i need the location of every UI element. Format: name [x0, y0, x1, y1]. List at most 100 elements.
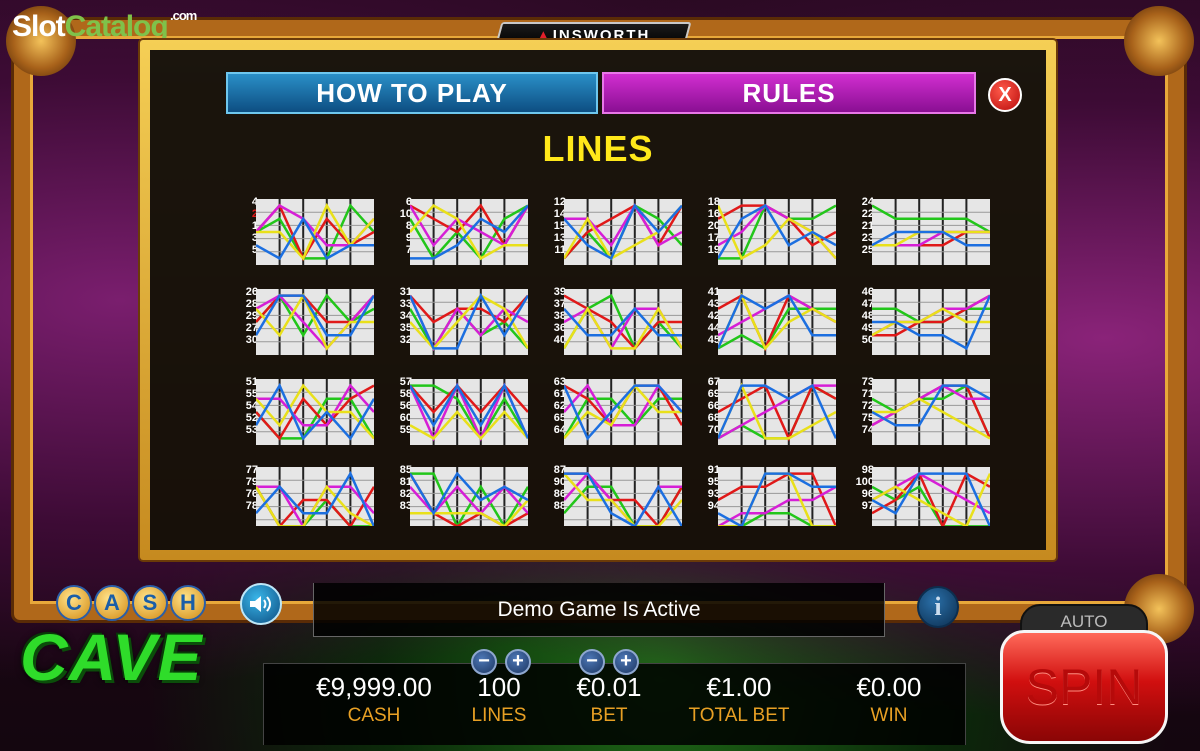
payline-number: 28 — [245, 298, 258, 310]
payline-numbers: 73 71 72 75 74 — [846, 376, 874, 448]
payline-cell: 77 79 76 78 — [230, 464, 374, 526]
payline-numbers: 26 28 29 27 30 — [230, 286, 258, 358]
payline-numbers: 85 81 82 83 — [384, 464, 412, 526]
payline-number: 18 — [707, 196, 720, 208]
payline-number: 11 — [554, 244, 566, 256]
lines-plus-button[interactable]: + — [505, 649, 531, 675]
payline-number: 13 — [553, 232, 566, 244]
payline-diagram — [410, 379, 528, 445]
bet-plus-button[interactable]: + — [613, 649, 639, 675]
payline-diagram — [564, 199, 682, 265]
payline-numbers: 41 43 42 44 45 — [692, 286, 720, 358]
payline-diagram — [564, 379, 682, 445]
payline-number: 60 — [399, 412, 412, 424]
payline-number: 51 — [245, 376, 258, 388]
payline-number: 81 — [399, 476, 412, 488]
payline-diagram — [410, 199, 528, 265]
payline-number: 47 — [861, 298, 874, 310]
payline-diagram — [256, 199, 374, 265]
payline-number: 5 — [251, 244, 258, 256]
payline-diagram — [872, 289, 990, 355]
tab-rules[interactable]: RULES — [602, 72, 976, 114]
payline-number: 37 — [553, 298, 566, 310]
payline-number: 14 — [553, 208, 566, 220]
payline-number: 38 — [553, 310, 566, 322]
payline-number: 10 — [399, 208, 412, 220]
payline-cell: 63 61 62 65 64 — [538, 376, 682, 448]
payline-cell: 73 71 72 75 74 — [846, 376, 990, 448]
payline-number: 12 — [553, 196, 566, 208]
tab-how-to-play[interactable]: HOW TO PLAY — [226, 72, 598, 114]
payline-diagram — [718, 379, 836, 445]
payline-number: 31 — [399, 286, 412, 298]
spin-button[interactable]: AUTO SPIN — [1000, 604, 1170, 744]
payline-number: 67 — [707, 376, 720, 388]
payline-number: 74 — [861, 424, 874, 436]
payline-number: 96 — [861, 488, 874, 500]
payline-cell: 67 69 66 68 70 — [692, 376, 836, 448]
cash-stat: €9,999.00 CASH — [316, 672, 432, 726]
payline-cell: 18 16 20 17 19 — [692, 196, 836, 268]
payline-numbers: 46 47 48 49 50 — [846, 286, 874, 358]
payline-number: 27 — [245, 322, 258, 334]
payline-cell: 26 28 29 27 30 — [230, 286, 374, 358]
sound-button[interactable] — [240, 583, 282, 625]
payline-diagram — [256, 467, 374, 526]
payline-number: 42 — [707, 310, 720, 322]
payline-number: 83 — [399, 500, 412, 512]
payline-numbers: 87 90 86 88 — [538, 464, 566, 526]
slotcatalog-watermark: SlotCatalog .com — [12, 8, 197, 43]
payline-numbers: 91 95 93 94 — [692, 464, 720, 526]
payline-number: 22 — [861, 208, 874, 220]
payline-number: 19 — [707, 244, 720, 256]
payline-number: 63 — [553, 376, 566, 388]
payline-number: 17 — [707, 232, 720, 244]
payline-number: 87 — [553, 464, 566, 476]
payline-number: 66 — [707, 400, 720, 412]
bet-minus-button[interactable]: − — [579, 649, 605, 675]
payline-cell: 51 55 54 52 53 — [230, 376, 374, 448]
payline-number: 21 — [861, 220, 874, 232]
payline-cell: 57 58 56 60 59 — [384, 376, 528, 448]
payline-numbers: 57 58 56 60 59 — [384, 376, 412, 448]
bet-stat: €0.01 BET — [576, 672, 642, 726]
payline-diagram — [410, 289, 528, 355]
payline-number: 24 — [861, 196, 874, 208]
payline-number: 68 — [707, 412, 720, 424]
payline-cell: 24 22 21 23 25 — [846, 196, 990, 268]
payline-diagram — [718, 199, 836, 265]
payline-number: 26 — [245, 286, 258, 298]
payline-number: 9 — [405, 232, 412, 244]
payline-number: 56 — [399, 400, 412, 412]
payline-numbers: 24 22 21 23 25 — [846, 196, 874, 268]
payline-number: 7 — [405, 244, 412, 256]
payline-cell: 31 33 34 35 32 — [384, 286, 528, 358]
total-bet-stat: €1.00 TOTAL BET — [688, 672, 790, 726]
payline-number: 39 — [553, 286, 566, 298]
payline-number: 36 — [553, 322, 566, 334]
payline-number: 59 — [399, 424, 412, 436]
payline-number: 61 — [553, 388, 566, 400]
lines-minus-button[interactable]: − — [471, 649, 497, 675]
frame-corner-ornament — [1124, 6, 1194, 76]
close-button[interactable]: X — [988, 78, 1022, 112]
payline-numbers: 77 79 76 78 — [230, 464, 258, 526]
payline-number: 53 — [245, 424, 258, 436]
payline-diagram — [564, 289, 682, 355]
payline-cell: 85 81 82 83 — [384, 464, 528, 526]
rules-panel-frame: HOW TO PLAY RULES X LINES 4 2 1 3 5 6 10 8 9 7 12 1… — [140, 40, 1056, 560]
payline-number: 50 — [861, 334, 874, 346]
payline-number: 65 — [553, 412, 566, 424]
payline-number: 64 — [553, 424, 566, 436]
payline-number: 40 — [553, 334, 566, 346]
spin-button-label[interactable]: SPIN — [1000, 630, 1168, 744]
speaker-icon — [250, 596, 271, 612]
payline-number: 49 — [861, 322, 874, 334]
payline-cell: 91 95 93 94 — [692, 464, 836, 526]
payline-number: 16 — [707, 208, 720, 220]
payline-number: 73 — [861, 376, 874, 388]
info-button[interactable]: i — [917, 586, 959, 628]
status-message: Demo Game Is Active — [313, 583, 885, 637]
payline-numbers: 12 14 15 13 11 — [538, 196, 566, 268]
payline-number: 34 — [399, 310, 412, 322]
